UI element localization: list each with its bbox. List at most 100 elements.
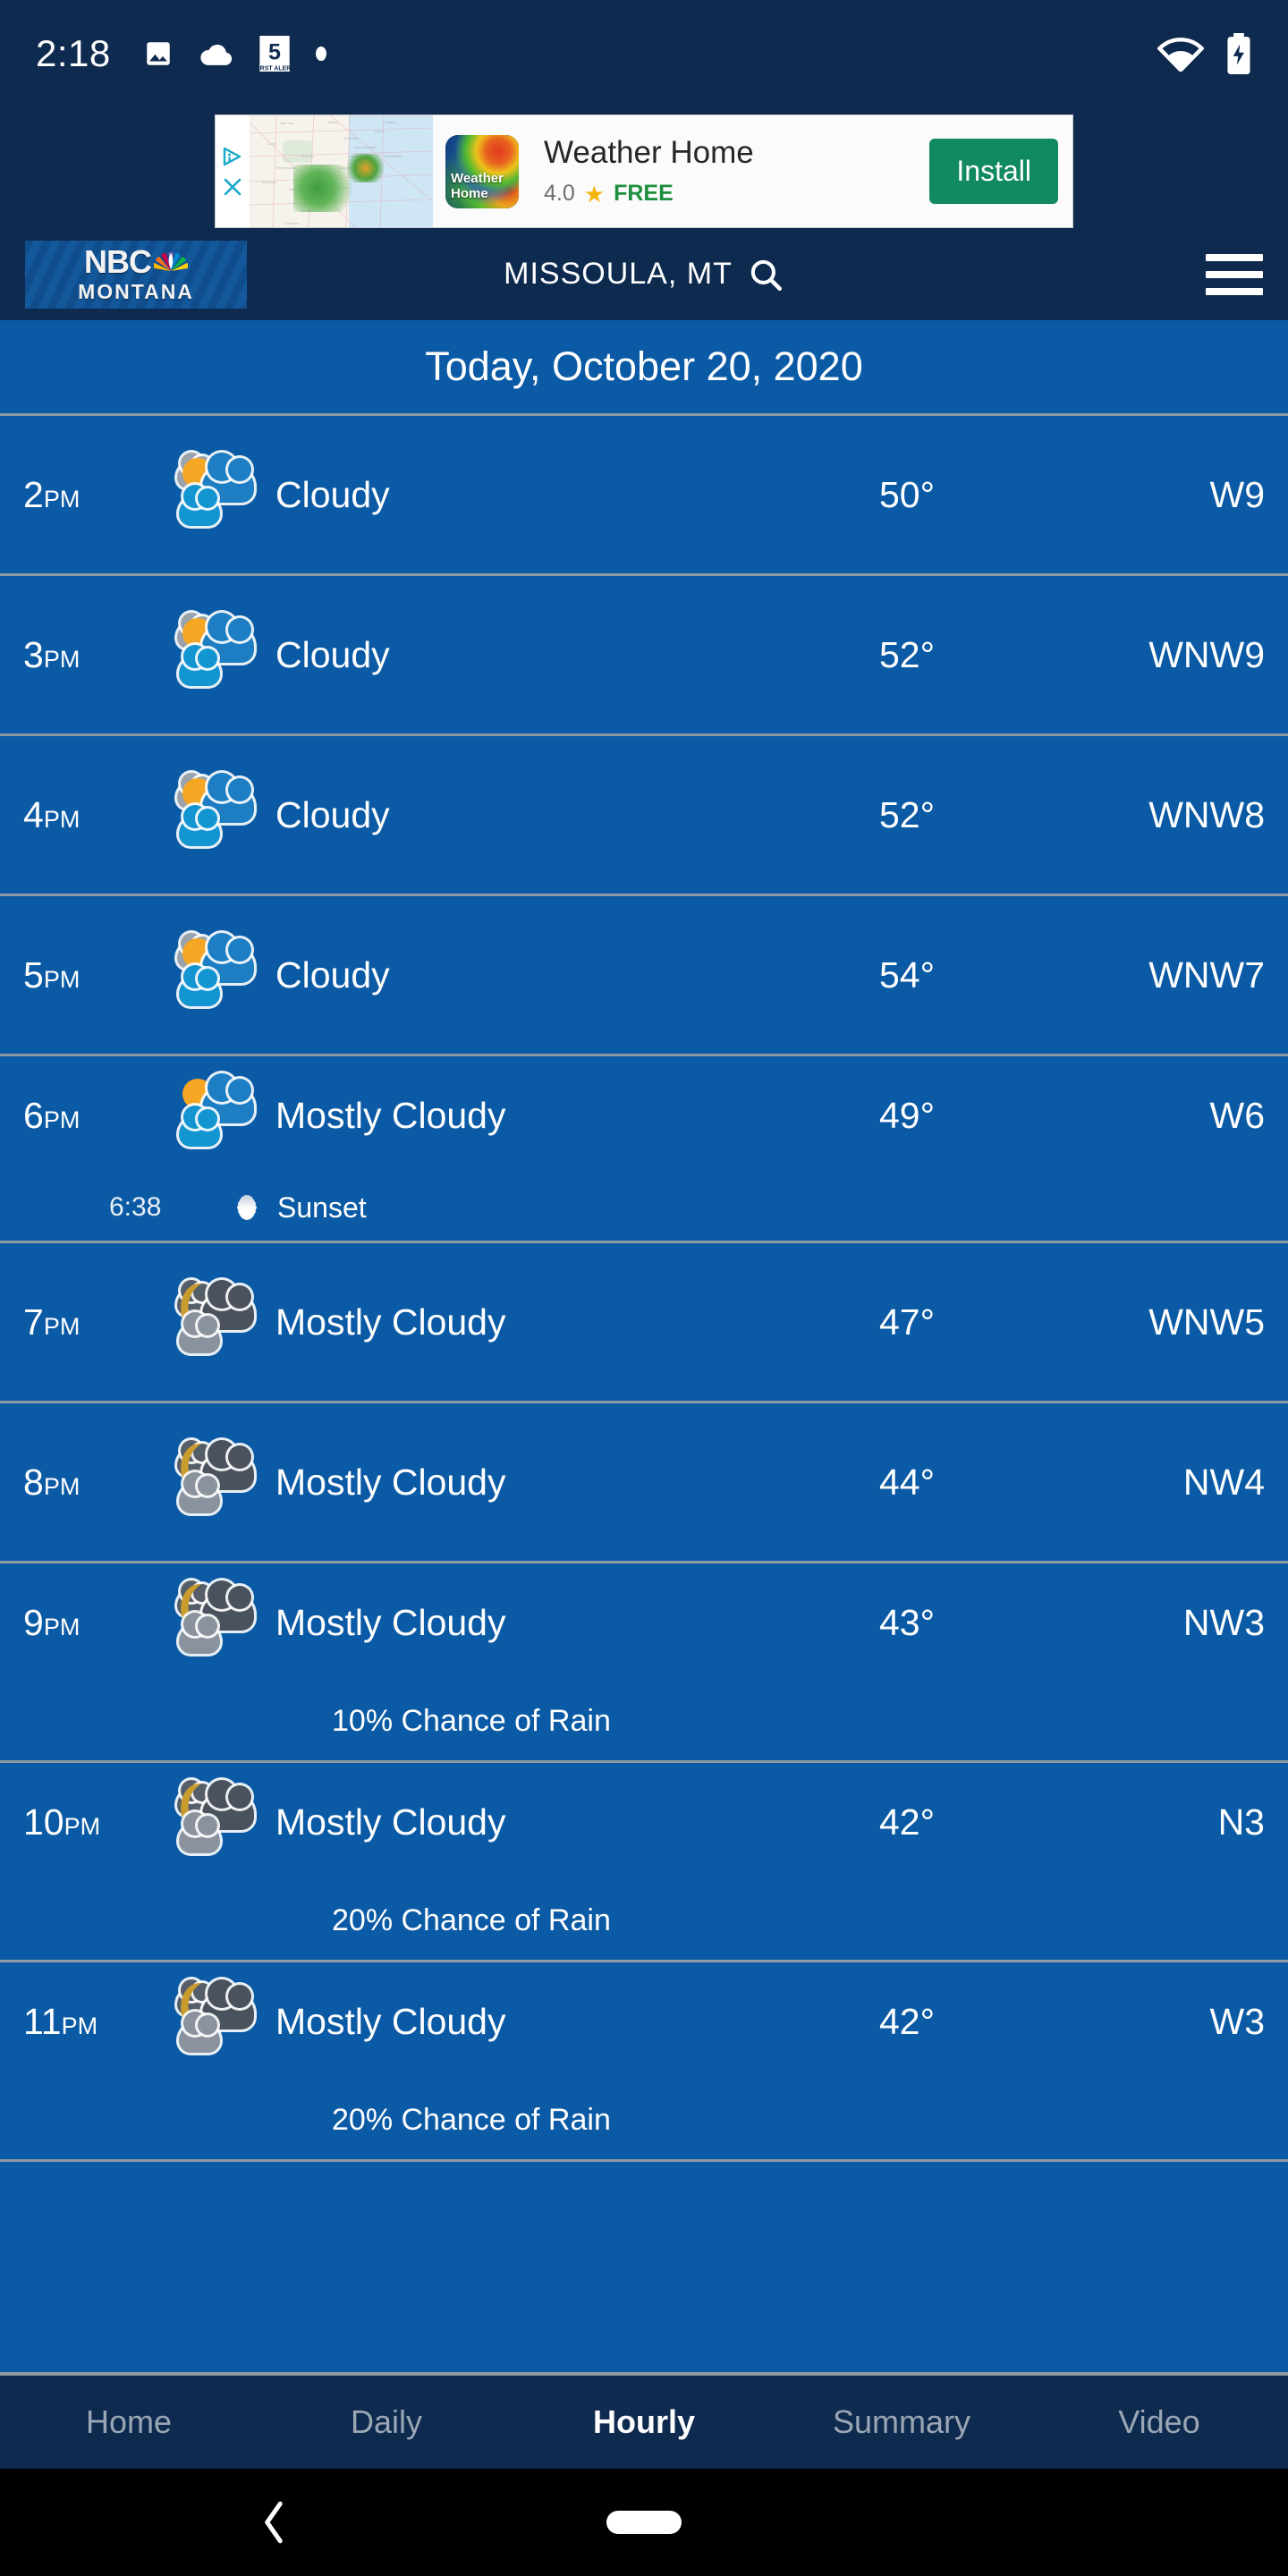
temperature-value: 52° bbox=[878, 633, 935, 675]
hourly-row[interactable]: 2PM Cloudy 50° W9 bbox=[0, 416, 1288, 576]
location-header[interactable]: MISSOULA, MT bbox=[504, 256, 784, 293]
advertisement-banner[interactable]: New York Albany Nashua Boston Worcester Mass… bbox=[215, 114, 1073, 228]
tab-video[interactable]: Video bbox=[1030, 2403, 1288, 2441]
hour-label: 4PM bbox=[23, 793, 80, 835]
install-button[interactable]: Install bbox=[929, 139, 1058, 204]
hourly-row-main: 7PM Mostly Cloudy 47° WNW5 bbox=[23, 1243, 1265, 1401]
status-bar-clock: 2:18 bbox=[36, 32, 111, 74]
hourly-row[interactable]: 9PM Mostly Cloudy 43° NW3 10% Chance of Rain bbox=[0, 1563, 1288, 1763]
hourly-row-main: 3PM Cloudy 52° WNW9 bbox=[23, 576, 1265, 733]
mostly-cloudy-night-icon bbox=[172, 1979, 268, 2060]
hourly-row[interactable]: 4PM Cloudy 52° WNW8 bbox=[0, 736, 1288, 896]
sunset-icon bbox=[226, 1187, 267, 1228]
temperature-value: 42° bbox=[878, 1801, 935, 1843]
mostly-cloudy-night-icon bbox=[172, 1580, 268, 1661]
hour-label: 11PM bbox=[23, 2000, 98, 2042]
precipitation-label: 10% Chance of Rain bbox=[332, 1703, 611, 1738]
tab-hourly[interactable]: Hourly bbox=[515, 2403, 773, 2441]
cloud-shape-front bbox=[179, 1812, 220, 1853]
hourly-row[interactable]: 11PM Mostly Cloudy 42° W3 20% Chance of Rain bbox=[0, 1962, 1288, 2162]
ad-subline: 4.0 ★ FREE bbox=[544, 181, 929, 207]
hour-meridiem: PM bbox=[43, 1613, 80, 1640]
svg-text:FIRST ALERT: FIRST ALERT bbox=[259, 65, 290, 72]
wind-value: W6 bbox=[1209, 1094, 1266, 1136]
date-header: Today, October 20, 2020 bbox=[0, 320, 1288, 416]
weather-app-screen: 2:18 5 FIRST ALERT bbox=[0, 0, 1288, 2576]
adchoices-icon[interactable] bbox=[222, 146, 243, 167]
mostly-cloudy-night-icon bbox=[172, 1780, 268, 1860]
hamburger-menu-icon[interactable] bbox=[1206, 253, 1263, 295]
tab-summary[interactable]: Summary bbox=[773, 2403, 1030, 2441]
temperature-value: 43° bbox=[878, 1601, 935, 1643]
wind-value: WNW9 bbox=[1148, 633, 1265, 675]
wind-value: NW4 bbox=[1182, 1461, 1265, 1503]
cloudy-day-icon bbox=[172, 933, 268, 1013]
condition-label: Mostly Cloudy bbox=[275, 1094, 506, 1136]
cloud-shape-front bbox=[179, 1106, 220, 1147]
hourly-row-main: 9PM Mostly Cloudy 43° NW3 bbox=[23, 1563, 1265, 1682]
bottom-tab-bar[interactable]: Home Daily Hourly Summary Video bbox=[0, 2372, 1288, 2469]
cloud-shape-front bbox=[179, 645, 220, 686]
hourly-row[interactable]: 8PM Mostly Cloudy 44° NW4 bbox=[0, 1403, 1288, 1563]
hour-label: 3PM bbox=[23, 633, 80, 675]
condition-label: Cloudy bbox=[275, 953, 390, 996]
search-icon[interactable] bbox=[747, 256, 784, 293]
temperature-value: 54° bbox=[878, 953, 935, 996]
wind-value: N3 bbox=[1217, 1801, 1265, 1843]
cloud-shape-front bbox=[179, 1613, 220, 1654]
sun-event-icon-wrap bbox=[216, 1187, 277, 1228]
hourly-row[interactable]: 10PM Mostly Cloudy 42° N3 20% Chance of Rain bbox=[0, 1763, 1288, 1962]
first-alert-5-icon: 5 FIRST ALERT bbox=[259, 36, 290, 72]
date-header-title: Today, October 20, 2020 bbox=[425, 343, 863, 389]
mostly-cloudy-night-icon bbox=[172, 1280, 268, 1360]
status-bar-system-icons bbox=[1157, 33, 1252, 74]
temperature-value: 50° bbox=[878, 473, 935, 515]
advertisement-band: New York Albany Nashua Boston Worcester Mass… bbox=[0, 107, 1288, 228]
hourly-row[interactable]: 6PM Mostly Cloudy 49° W6 6:38 Sunset bbox=[0, 1056, 1288, 1243]
hour-meridiem: PM bbox=[61, 2012, 98, 2039]
tab-daily[interactable]: Daily bbox=[258, 2403, 515, 2441]
hourly-row-main: 11PM Mostly Cloudy 42° W3 bbox=[23, 1962, 1265, 2080]
condition-label: Cloudy bbox=[275, 633, 390, 675]
svg-text:Pittsburgh: Pittsburgh bbox=[262, 181, 276, 184]
svg-text:5: 5 bbox=[268, 40, 281, 65]
hourly-row[interactable]: 3PM Cloudy 52° WNW9 bbox=[0, 576, 1288, 736]
hour-meridiem: PM bbox=[43, 965, 80, 993]
hourly-forecast-list[interactable]: 2PM Cloudy 50° W9 3PM Cloudy 52° WNW9 4PM Cloudy 5… bbox=[0, 416, 1288, 2372]
wind-value: NW3 bbox=[1182, 1601, 1265, 1643]
svg-text:Albany: Albany bbox=[328, 121, 338, 124]
hour-meridiem: PM bbox=[43, 1106, 80, 1133]
condition-label: Mostly Cloudy bbox=[275, 1801, 506, 1843]
home-pill-icon[interactable] bbox=[606, 2511, 682, 2534]
back-chevron-icon[interactable] bbox=[259, 2500, 290, 2545]
svg-text:Corry: Corry bbox=[267, 142, 275, 146]
precipitation-label: 20% Chance of Rain bbox=[332, 1902, 611, 1937]
cloudy-day-icon bbox=[172, 613, 268, 693]
hourly-row[interactable]: 7PM Mostly Cloudy 47° WNW5 bbox=[0, 1243, 1288, 1403]
ad-rating-value: 4.0 bbox=[544, 181, 575, 207]
svg-text:Pennsylvania: Pennsylvania bbox=[276, 166, 295, 170]
tab-home[interactable]: Home bbox=[0, 2403, 258, 2441]
cloud-shape-front bbox=[179, 2012, 220, 2053]
cloud-icon bbox=[200, 44, 232, 65]
precipitation-row: 20% Chance of Rain bbox=[23, 1881, 1265, 1960]
cloudy-day-icon bbox=[172, 453, 268, 533]
temperature-value: 42° bbox=[878, 2000, 935, 2042]
ad-price-label: FREE bbox=[614, 181, 674, 207]
wind-value: WNW5 bbox=[1148, 1301, 1265, 1343]
close-icon[interactable] bbox=[222, 176, 243, 198]
hour-label: 2PM bbox=[23, 473, 80, 515]
wifi-icon bbox=[1157, 38, 1204, 72]
cloud-shape-front bbox=[179, 1312, 220, 1353]
svg-text:Worcester: Worcester bbox=[343, 137, 359, 140]
nbc-montana-logo[interactable]: NBC MONTANA bbox=[25, 240, 247, 309]
hourly-row[interactable]: 5PM Cloudy 54° WNW7 bbox=[0, 896, 1288, 1056]
condition-label: Mostly Cloudy bbox=[275, 1301, 506, 1343]
hourly-row-main: 4PM Cloudy 52° WNW8 bbox=[23, 736, 1265, 894]
condition-label: Cloudy bbox=[275, 473, 390, 515]
hour-meridiem: PM bbox=[43, 1312, 80, 1340]
cloud-shape-front bbox=[179, 805, 220, 846]
hour-label: 5PM bbox=[23, 953, 80, 996]
wind-value: WNW8 bbox=[1148, 793, 1265, 835]
temperature-value: 52° bbox=[878, 793, 935, 835]
